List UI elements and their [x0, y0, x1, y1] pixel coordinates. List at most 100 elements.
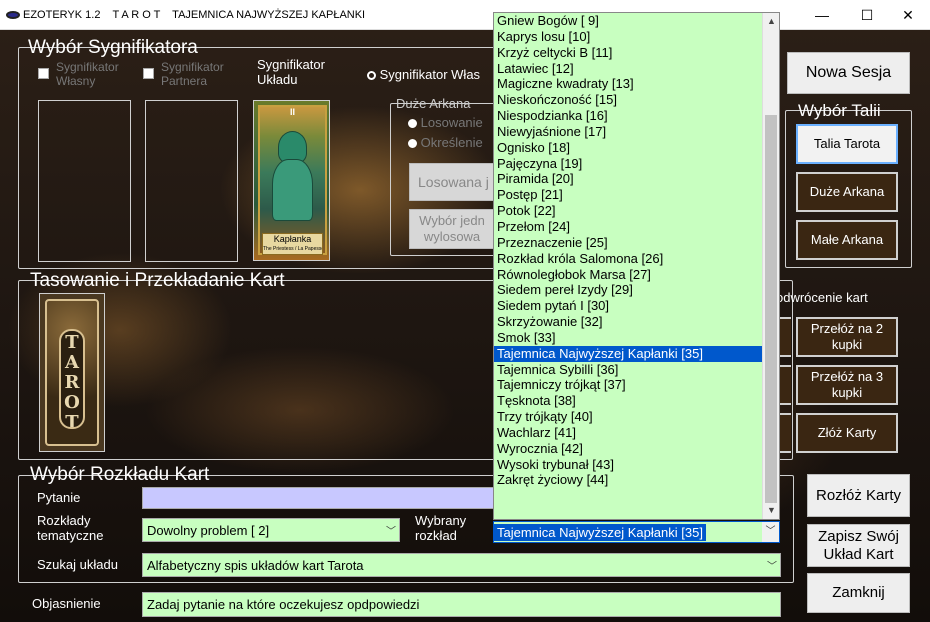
card-caption: Kapłanka The Priestess / La Papesse — [262, 233, 323, 255]
dropdown-item[interactable]: Latawiec [12] — [494, 61, 763, 77]
explanation-label: Objasnienie — [32, 596, 101, 611]
dropdown-item[interactable]: Tajemnica Sybilli [36] — [494, 362, 763, 378]
dropdown-item[interactable]: Rozkład króla Salomona [26] — [494, 251, 763, 267]
pick-random-button[interactable]: Wybór jedn wylosowa — [409, 209, 495, 249]
dropdown-item[interactable]: Przeznaczenie [25] — [494, 235, 763, 251]
signifier-group-title: Wybór Sygnifikatora — [28, 37, 198, 58]
partner-signifier-card-slot — [145, 100, 238, 262]
deck-back-pattern: TAROT — [45, 299, 99, 446]
title-bar: EZOTERYK 1.2 T A R O T TAJEMNICA NAJWYŻS… — [0, 0, 930, 30]
dropdown-item[interactable]: Magiczne kwadraty [13] — [494, 76, 763, 92]
major-arcana-button[interactable]: Duże Arkana — [796, 172, 898, 212]
deck-tarot-label: TAROT — [59, 329, 85, 429]
dropdown-item[interactable]: Tajemnica Najwyższej Kapłanki [35] — [494, 345, 763, 362]
tarot-deck-button[interactable]: Talia Tarota — [796, 124, 898, 164]
layout-signifier-label: Sygnifikator Układu — [257, 57, 325, 87]
dropdown-item[interactable]: Potok [22] — [494, 203, 763, 219]
thematic-select-value: Dowolny problem [ 2] — [147, 522, 270, 538]
chevron-down-icon[interactable]: ﹀ — [386, 523, 396, 538]
minor-arcana-button[interactable]: Małe Arkana — [796, 220, 898, 260]
radio-icon[interactable] — [408, 119, 417, 129]
dropdown-item[interactable]: Siedem pereł Izydy [29] — [494, 282, 763, 298]
scroll-up-icon[interactable]: ▲ — [763, 13, 779, 30]
thematic-label: Rozkłady tematyczne — [37, 513, 104, 543]
priestess-robe-icon — [272, 159, 313, 221]
radio-icon[interactable] — [367, 71, 376, 81]
shuffle-group-title: Tasowanie i Przekładanie Kart — [30, 270, 285, 291]
dropdown-item[interactable]: Przełom [24] — [494, 219, 763, 235]
eye-logo-icon — [6, 11, 20, 20]
checkbox-icon[interactable] — [143, 68, 154, 79]
major-arcana-subgroup-title: Duże Arkana — [396, 96, 471, 111]
window-title: EZOTERYK 1.2 T A R O T TAJEMNICA NAJWYŻS… — [23, 9, 366, 21]
dropdown-item[interactable]: Kaprys losu [10] — [494, 29, 763, 45]
own-signifier-card-slot — [38, 100, 131, 262]
tarot-deck-card[interactable]: TAROT — [39, 293, 105, 452]
cut-three-piles-button[interactable]: Przełóż na 3 kupki — [796, 365, 898, 405]
random-radio-label: Losowanie — [420, 115, 483, 130]
dropdown-item[interactable]: Trzy trójkąty [40] — [494, 409, 763, 425]
search-spread-select[interactable]: Alfabetyczny spis układów kart Tarota ﹀ — [142, 553, 781, 577]
priestess-card[interactable]: II Kapłanka The Priestess / La Papesse — [253, 100, 330, 261]
spread-group-title: Wybór Rozkładu Kart — [30, 464, 210, 485]
thematic-select[interactable]: Dowolny problem [ 2] ﹀ — [142, 518, 400, 542]
close-button[interactable]: Zamknij — [807, 573, 910, 613]
question-label: Pytanie — [37, 490, 81, 505]
join-cards-button[interactable]: Złóż Karty — [796, 413, 898, 453]
chosen-spread-label: Wybrany rozkład — [415, 513, 467, 543]
dropdown-item[interactable]: Wachlarz [41] — [494, 425, 763, 441]
dropdown-item[interactable]: Pajęczyna [19] — [494, 156, 763, 172]
radio-icon[interactable] — [408, 139, 417, 149]
dropdown-scrollbar[interactable]: ▲ ▼ — [762, 13, 779, 519]
minimize-button[interactable]: — — [800, 0, 844, 30]
dropdown-item[interactable]: Wysoki trybunał [43] — [494, 457, 763, 473]
new-session-button[interactable]: Nowa Sesja — [787, 52, 910, 94]
dropdown-item[interactable]: Wyrocznia [42] — [494, 441, 763, 457]
dropdown-items: Gniew Bogów [ 9] Kaprys losu [10] Krzyż ce… — [494, 13, 763, 488]
deck-choice-title: Wybór Talii — [798, 101, 881, 120]
dropdown-item[interactable]: Krzyż celtycki B [11] — [494, 45, 763, 61]
random-radio[interactable]: Losowanie — [408, 115, 483, 130]
own-signifier-label: Sygnifikator Własny — [56, 60, 119, 88]
dropdown-item[interactable]: Nieskończoność [15] — [494, 92, 763, 108]
search-spread-value: Alfabetyczny spis układów kart Tarota — [147, 557, 364, 573]
scroll-down-icon[interactable]: ▼ — [763, 502, 779, 519]
own-signifier-radio-label: Sygnifikator Włas — [379, 67, 481, 82]
checkbox-icon[interactable] — [38, 68, 49, 79]
chosen-spread-select[interactable]: Tajemnica Najwyższej Kapłanki [35] ﹀ — [493, 521, 780, 543]
dropdown-item[interactable]: Gniew Bogów [ 9] — [494, 13, 763, 29]
chevron-down-icon[interactable]: ﹀ — [767, 558, 777, 573]
explanation-field: Zadaj pytanie na które oczekujesz opdpow… — [142, 592, 781, 617]
reverse-cards-label: odwrócenie kart — [776, 290, 868, 305]
dropdown-item[interactable]: Piramida [20] — [494, 171, 763, 187]
define-radio-label: Określenie — [420, 135, 483, 150]
dropdown-item[interactable]: Tęsknota [38] — [494, 393, 763, 409]
maximize-button[interactable]: ☐ — [845, 0, 889, 30]
save-layout-button[interactable]: Zapisz Swój Układ Kart — [807, 524, 910, 567]
cut-two-piles-button[interactable]: Przełóż na 2 kupki — [796, 317, 898, 357]
dropdown-item[interactable]: Siedem pytań I [30] — [494, 298, 763, 314]
dropdown-item[interactable]: Niewyjaśnione [17] — [494, 124, 763, 140]
chevron-down-icon[interactable]: ﹀ — [762, 522, 779, 542]
random-card-button[interactable]: Losowana j — [409, 163, 495, 201]
dropdown-item[interactable]: Zakręt życiowy [44] — [494, 472, 763, 488]
dropdown-item[interactable]: Tajemniczy trójkąt [37] — [494, 377, 763, 393]
card-number: II — [289, 107, 295, 117]
spread-dropdown-list[interactable]: Gniew Bogów [ 9] Kaprys losu [10] Krzyż ce… — [493, 12, 780, 520]
scrollbar-thumb[interactable] — [765, 115, 777, 503]
chosen-spread-value: Tajemnica Najwyższej Kapłanki [35] — [494, 523, 706, 541]
close-window-button[interactable]: ✕ — [886, 0, 930, 30]
dropdown-item[interactable]: Równoległobok Marsa [27] — [494, 267, 763, 283]
dropdown-item[interactable]: Smok [33] — [494, 330, 763, 346]
define-radio[interactable]: Określenie — [408, 135, 483, 150]
partner-signifier-label: Sygnifikator Partnera — [161, 60, 224, 88]
spread-cards-button[interactable]: Rozłóż Karty — [807, 474, 910, 517]
question-input[interactable] — [142, 487, 497, 509]
dropdown-item[interactable]: Postęp [21] — [494, 187, 763, 203]
dropdown-item[interactable]: Ognisko [18] — [494, 140, 763, 156]
search-spread-label: Szukaj układu — [37, 557, 118, 572]
app-title: EZOTERYK 1.2 T A R O T TAJEMNICA NAJWYŻS… — [6, 9, 365, 21]
own-signifier-radio[interactable]: Sygnifikator Włas — [367, 67, 507, 82]
dropdown-item[interactable]: Skrzyżowanie [32] — [494, 314, 763, 330]
dropdown-item[interactable]: Niespodzianka [16] — [494, 108, 763, 124]
